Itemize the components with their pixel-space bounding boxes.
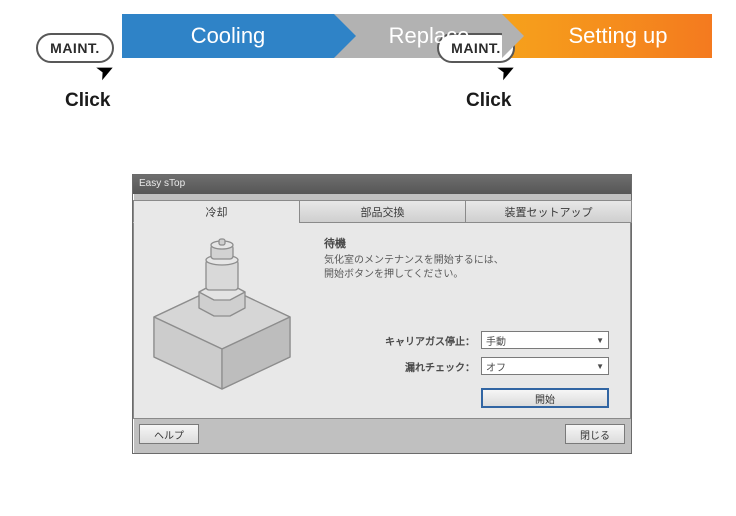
cursor-icon: ➤ — [91, 55, 119, 86]
leak-check-row: 漏れチェック： オフ ▼ — [385, 357, 609, 375]
select-value: 手動 — [486, 333, 506, 348]
close-button[interactable]: 閉じる — [565, 424, 625, 444]
instruction-line: 開始ボタンを押してください。 — [324, 265, 463, 280]
dialog-title: Easy sTop — [139, 178, 185, 189]
cursor-icon: ➤ — [492, 55, 520, 86]
process-flow: Cooling Replace Setting up — [122, 14, 712, 58]
carrier-gas-label: キャリアガス停止： — [385, 333, 475, 348]
start-button[interactable]: 開始 — [481, 388, 609, 408]
chevron-down-icon: ▼ — [596, 336, 604, 345]
dialog-bottom-bar: ヘルプ 閉じる — [133, 421, 631, 447]
tab-bar: 冷却 部品交換 装置セットアップ — [133, 200, 631, 223]
select-value: オフ — [486, 359, 506, 374]
step-setting-up: Setting up — [502, 14, 712, 58]
panel: 待機 気化室のメンテナンスを開始するには、 開始ボタンを押してください。 キャリ… — [133, 223, 631, 419]
tab-cooling[interactable]: 冷却 — [133, 200, 300, 223]
dialog-titlebar: Easy sTop — [133, 175, 631, 194]
maint-label: MAINT. — [50, 40, 100, 56]
step-label: Replace — [389, 23, 470, 49]
tab-replace-parts[interactable]: 部品交換 — [299, 200, 466, 223]
step-cooling: Cooling — [122, 14, 334, 58]
carrier-gas-select[interactable]: 手動 ▼ — [481, 331, 609, 349]
instruction-heading: 待機 — [324, 235, 346, 251]
vaporizer-illustration — [144, 237, 299, 397]
instruction-line: 気化室のメンテナンスを開始するには、 — [324, 251, 504, 266]
step-label: Setting up — [568, 23, 667, 49]
click-label-1: Click — [65, 90, 110, 112]
leak-check-label: 漏れチェック： — [385, 359, 475, 374]
tab-label: 冷却 — [206, 204, 228, 220]
button-label: 閉じる — [580, 427, 610, 442]
tab-setup[interactable]: 装置セットアップ — [465, 200, 632, 223]
chevron-down-icon: ▼ — [596, 362, 604, 371]
leak-check-select[interactable]: オフ ▼ — [481, 357, 609, 375]
tab-label: 部品交換 — [361, 204, 405, 220]
button-label: ヘルプ — [154, 427, 184, 442]
button-label: 開始 — [535, 391, 555, 406]
help-button[interactable]: ヘルプ — [139, 424, 199, 444]
easy-stop-dialog: Easy sTop 冷却 部品交換 装置セットアップ — [132, 174, 632, 454]
tab-label: 装置セットアップ — [505, 204, 593, 220]
step-label: Cooling — [191, 23, 266, 49]
carrier-gas-row: キャリアガス停止： 手動 ▼ — [385, 331, 609, 349]
click-label-2: Click — [466, 90, 511, 112]
